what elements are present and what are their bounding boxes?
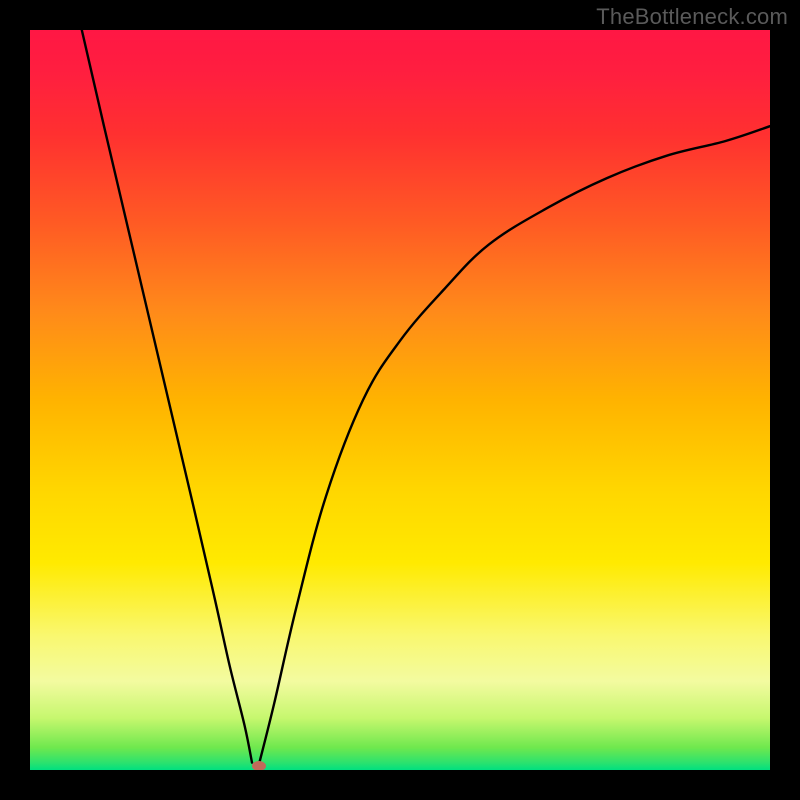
chart-frame: TheBottleneck.com	[0, 0, 800, 800]
watermark-text: TheBottleneck.com	[596, 4, 788, 30]
left-branch-path	[82, 30, 252, 763]
curve-svg	[30, 30, 770, 770]
minimum-marker	[252, 761, 266, 770]
right-branch-path	[259, 126, 770, 762]
plot-area	[30, 30, 770, 770]
